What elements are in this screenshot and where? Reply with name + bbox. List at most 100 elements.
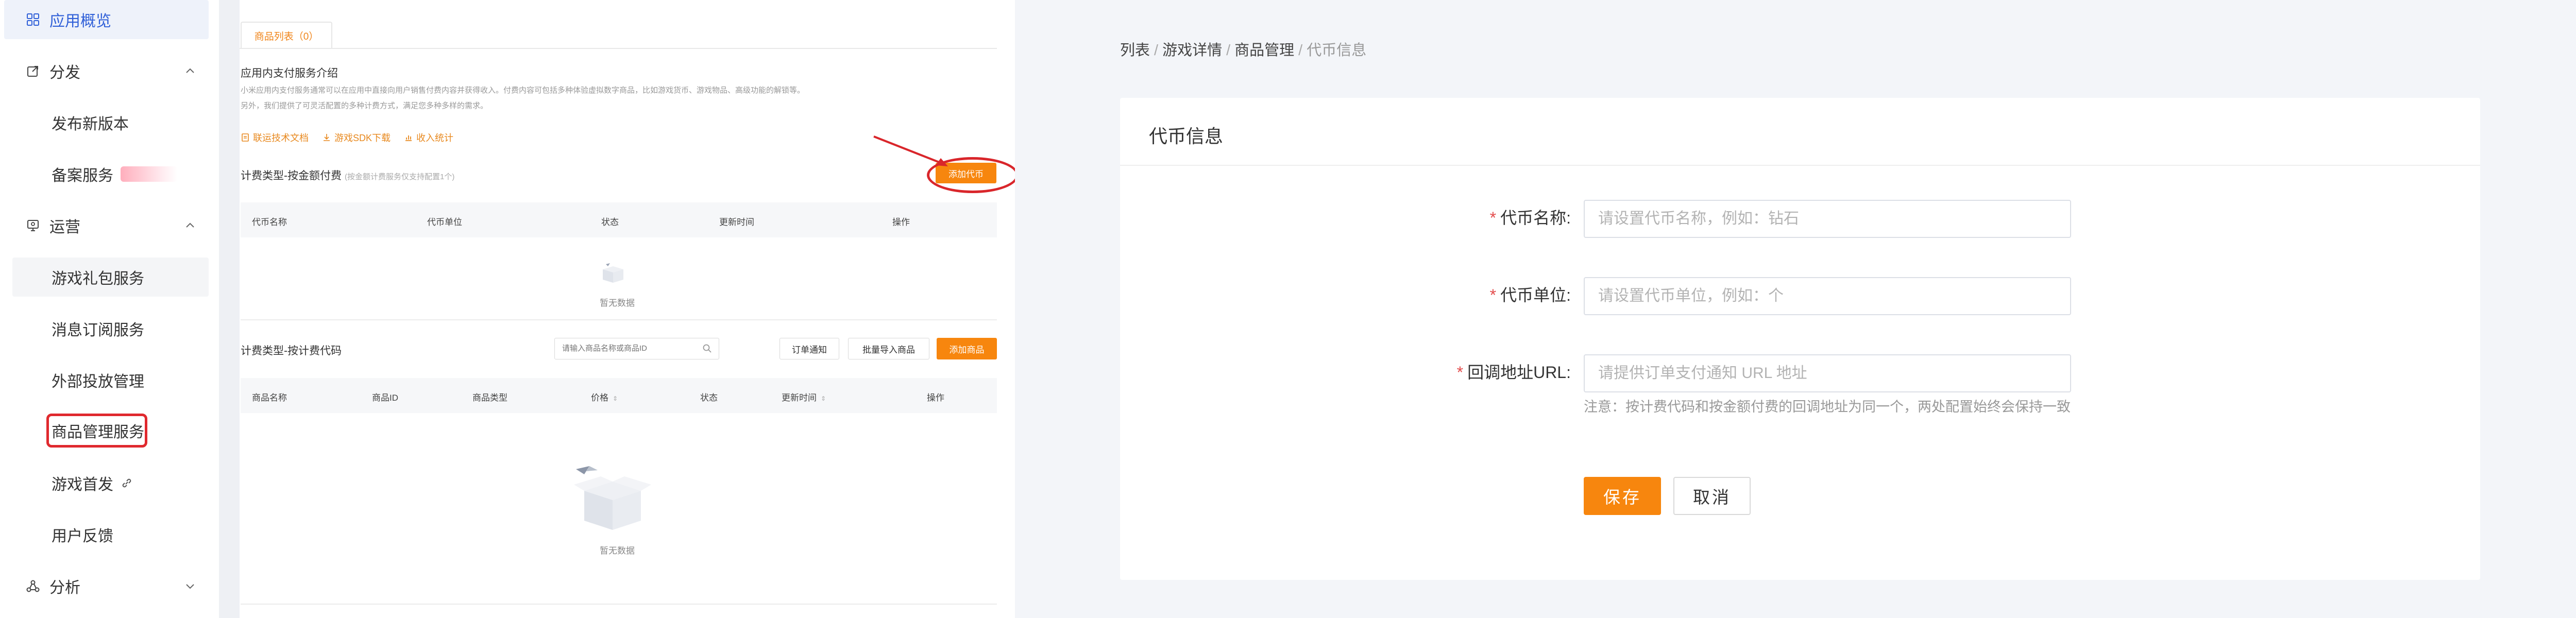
sidebar-item-overview[interactable]: 应用概览 xyxy=(4,0,209,39)
field-label-text: 回调地址URL: xyxy=(1467,363,1571,382)
table-header-tokens: 代币名称 代币单位 状态 更新时间 操作 xyxy=(241,202,997,237)
tab-underline xyxy=(240,48,997,49)
redacted-badge xyxy=(121,166,177,182)
monitor-icon xyxy=(26,218,40,233)
sidebar-item-label: 游戏首发 xyxy=(52,476,113,493)
sidebar-gutter xyxy=(219,0,240,618)
doc-link[interactable]: 联运技术文档 xyxy=(241,131,309,144)
sidebar-item-label: 游戏礼包服务 xyxy=(52,270,144,287)
grid-icon xyxy=(26,12,40,27)
col-header-sortable[interactable]: 更新时间 ⇕ xyxy=(782,390,826,403)
tab-goods-list[interactable]: 商品列表（0） xyxy=(241,22,332,48)
revenue-link-label: 收入统计 xyxy=(416,133,454,143)
empty-box-icon xyxy=(603,263,623,283)
sidebar-item-label: 应用概览 xyxy=(49,13,111,30)
sidebar-item-subscribe[interactable]: 消息订阅服务 xyxy=(0,309,209,348)
col-header: 操作 xyxy=(892,217,910,227)
empty-text: 暂无数据 xyxy=(600,298,635,308)
col-header: 商品ID xyxy=(372,393,398,403)
doc-links: 联运技术文档 游戏SDK下载 收入统计 xyxy=(241,131,453,144)
sidebar-item-label: 外部投放管理 xyxy=(52,373,144,390)
sidebar-item-label: 用户反馈 xyxy=(52,528,113,545)
breadcrumb-separator: / xyxy=(1298,42,1303,59)
token-name-input[interactable] xyxy=(1584,200,2071,238)
col-header: 更新时间 xyxy=(719,217,754,227)
col-header-label: 更新时间 xyxy=(782,393,817,403)
sidebar-item-ads[interactable]: 外部投放管理 xyxy=(0,360,209,400)
highlight-annotation xyxy=(927,157,1019,193)
section-divider xyxy=(241,319,997,320)
sidebar-group-analysis[interactable]: 分析 xyxy=(0,566,209,606)
sidebar-item-gift[interactable]: 游戏礼包服务 xyxy=(12,258,209,297)
breadcrumb-item[interactable]: 列表 xyxy=(1120,42,1150,59)
sidebar-item-launch[interactable]: 游戏首发 xyxy=(0,464,209,503)
add-goods-button[interactable]: 添加商品 xyxy=(937,338,997,359)
sidebar-item-feedback[interactable]: 用户反馈 xyxy=(0,515,209,554)
sdk-link-label: 游戏SDK下载 xyxy=(334,133,391,143)
callback-url-field[interactable] xyxy=(1598,355,2062,391)
token-unit-input[interactable] xyxy=(1584,277,2071,315)
col-header: 操作 xyxy=(927,393,944,403)
section-title-amount: 计费类型-按金额付费 (按金额计费服务仅支持配置1个) xyxy=(241,167,454,183)
col-header: 商品名称 xyxy=(252,393,287,403)
card-divider xyxy=(1120,165,2480,166)
token-info-page: 列表/游戏详情/商品管理/代币信息 代币信息 *代币名称: *代币单位: *回调… xyxy=(1015,0,2576,618)
chevron-down-icon xyxy=(186,584,194,589)
token-name-label: * 代币名称: xyxy=(1490,205,1571,229)
token-unit-field[interactable] xyxy=(1598,278,2062,314)
sidebar-nav: 应用概览 分发 发布新版本 备案服务 运营 游戏礼包服务 消息订阅服务 外部投放… xyxy=(0,0,219,618)
sdk-download-link[interactable]: 游戏SDK下载 xyxy=(322,131,391,144)
search-icon[interactable] xyxy=(702,344,713,354)
col-header: 商品类型 xyxy=(472,393,507,403)
table-header-goods: 商品名称 商品ID 商品类型 价格 ⇕ 状态 更新时间 ⇕ 操作 xyxy=(241,378,997,413)
share-icon xyxy=(26,64,40,78)
breadcrumb-item[interactable]: 游戏详情 xyxy=(1162,42,1222,59)
section-divider xyxy=(241,604,997,605)
required-mark: * xyxy=(1489,209,1497,227)
intro-desc: 小米应用内支付服务通常可以在应用中直接向用户销售付费内容并获得收入。付费内容可包… xyxy=(241,86,805,95)
col-header-label: 价格 xyxy=(591,393,608,403)
breadcrumb: 列表 / 游戏详情 / 商品管理 / 代币信息 xyxy=(1120,38,1366,60)
token-unit-label: * 代币单位: xyxy=(1490,282,1571,306)
callback-note: 注意：按计费代码和按金额付费的回调地址为同一个，两处配置始终会保持一致 xyxy=(1584,399,2071,415)
order-notify-button[interactable]: 订单通知 xyxy=(779,338,839,359)
goods-list-panel: 商品列表（0） 应用内支付服务介绍 小米应用内支付服务通常可以在应用中直接向用户… xyxy=(240,0,1015,618)
sidebar-item-filing[interactable]: 备案服务 xyxy=(0,154,209,194)
breadcrumb-current: 代币信息 xyxy=(1307,42,1367,59)
breadcrumb-item[interactable]: 商品管理 xyxy=(1234,42,1294,59)
save-button[interactable]: 保存 xyxy=(1584,477,1661,515)
required-mark: * xyxy=(1456,363,1464,382)
goods-search-input[interactable] xyxy=(554,338,719,359)
sort-icon[interactable]: ⇕ xyxy=(821,395,826,402)
sidebar-group-distribute[interactable]: 分发 xyxy=(0,52,209,91)
sidebar-item-publish[interactable]: 发布新版本 xyxy=(0,103,209,142)
sidebar-group-label: 分发 xyxy=(49,64,80,81)
callback-url-input[interactable] xyxy=(1584,354,2071,392)
doc-link-label: 联运技术文档 xyxy=(253,133,309,143)
sidebar-item-label: 发布新版本 xyxy=(52,116,129,133)
goods-search-field[interactable] xyxy=(562,338,701,358)
sidebar-group-operate[interactable]: 运营 xyxy=(0,206,209,245)
sidebar-group-label: 分析 xyxy=(49,579,80,596)
sidebar-item-label: 备案服务 xyxy=(52,167,113,184)
breadcrumb-separator: / xyxy=(1226,42,1231,59)
download-icon xyxy=(324,134,330,141)
bulk-import-button[interactable]: 批量导入商品 xyxy=(848,338,929,359)
chevron-up-icon xyxy=(186,222,194,228)
intro-desc: 另外，我们提供了可灵活配置的多种计费方式，满足您多种多样的需求。 xyxy=(241,101,488,110)
callback-url-label: * 回调地址URL: xyxy=(1457,359,1571,383)
network-icon xyxy=(26,579,40,593)
sort-icon[interactable]: ⇕ xyxy=(613,395,618,402)
sidebar-group-label: 运营 xyxy=(49,219,80,236)
token-name-field[interactable] xyxy=(1598,201,2062,237)
field-label-text: 代币名称: xyxy=(1500,209,1571,227)
revenue-link[interactable]: 收入统计 xyxy=(404,131,453,144)
bar-chart-icon xyxy=(405,135,412,141)
section-title-code: 计费类型-按计费代码 xyxy=(241,345,342,357)
doc-icon xyxy=(242,133,249,142)
col-header-sortable[interactable]: 价格 ⇕ xyxy=(591,390,618,403)
field-label-text: 代币单位: xyxy=(1500,286,1571,304)
sidebar-item-label: 消息订阅服务 xyxy=(52,322,144,339)
tab-bar: 商品列表（0） xyxy=(240,0,1015,49)
cancel-button[interactable]: 取消 xyxy=(1673,477,1751,515)
